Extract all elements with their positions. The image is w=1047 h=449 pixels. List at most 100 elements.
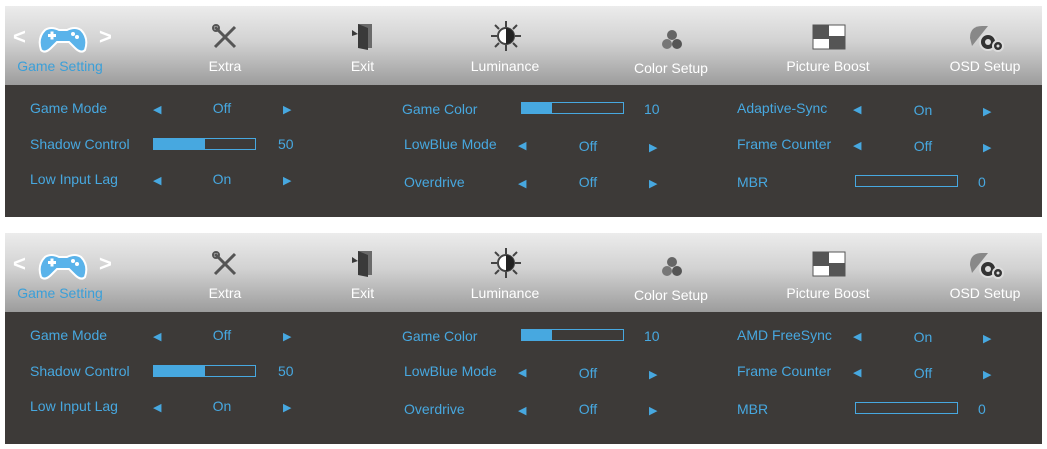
game-color-label: Game Color: [402, 101, 478, 117]
shadow-control-slider[interactable]: [153, 365, 256, 377]
lowblue-mode-left-arrow-icon[interactable]: ◀: [518, 366, 526, 379]
game-mode-right-arrow-icon[interactable]: ▶: [283, 103, 291, 116]
lowblue-mode-left-arrow-icon[interactable]: ◀: [518, 139, 526, 152]
mbr-label: MBR: [737, 174, 769, 190]
tab-label: Extra: [208, 58, 242, 74]
low-input-lag-label: Low Input Lag: [30, 171, 118, 187]
mbr-value: 0: [978, 174, 986, 190]
frame-counter-value: Off: [913, 138, 933, 154]
frame-counter-right-arrow-icon[interactable]: ▶: [983, 141, 991, 154]
mbr-value: 0: [978, 401, 986, 417]
lowblue-mode-right-arrow-icon[interactable]: ▶: [649, 141, 657, 154]
color-balls-icon: [662, 257, 682, 276]
tools-icon: [212, 251, 237, 276]
nav-left-chevron-icon[interactable]: <: [13, 251, 26, 277]
tab-label: Color Setup: [634, 287, 708, 303]
tab-label: Color Setup: [634, 60, 708, 76]
frame-counter-left-arrow-icon[interactable]: ◀: [853, 366, 861, 379]
game-color-fill: [522, 330, 553, 340]
tab-osd-setup[interactable]: OSD Setup: [940, 233, 1030, 312]
low-input-lag-right-arrow-icon[interactable]: ▶: [283, 174, 291, 187]
sync-right-arrow-icon[interactable]: ▶: [983, 105, 991, 118]
shadow-control-value: 50: [278, 136, 294, 152]
sun-icon: [491, 21, 521, 51]
game-mode-left-arrow-icon[interactable]: ◀: [153, 103, 161, 116]
sync-value: On: [913, 329, 933, 345]
low-input-lag-value: On: [212, 171, 232, 187]
exit-door-icon: [352, 24, 372, 50]
frame-counter-left-arrow-icon[interactable]: ◀: [853, 139, 861, 152]
sync-right-arrow-icon[interactable]: ▶: [983, 332, 991, 345]
tools-icon: [212, 24, 237, 49]
frame-counter-label: Frame Counter: [737, 136, 832, 152]
osd-header-bar: < > Game Setting Extra Exit Luminance Co…: [5, 233, 1042, 312]
tab-color-setup[interactable]: Color Setup: [625, 233, 717, 312]
picture-boost-icon: [812, 24, 846, 50]
game-color-fill: [522, 103, 553, 113]
game-color-slider[interactable]: [521, 329, 624, 341]
tab-game-setting[interactable]: < > Game Setting: [5, 233, 115, 312]
game-mode-left-arrow-icon[interactable]: ◀: [153, 330, 161, 343]
tab-picture-boost[interactable]: Picture Boost: [780, 6, 876, 85]
sync-left-arrow-icon[interactable]: ◀: [853, 330, 861, 343]
osd-settings-area: Game Mode ◀ Off ▶ Shadow Control 50 Low …: [5, 85, 1042, 217]
tab-label: Exit: [350, 285, 375, 301]
osd-header-bar: < > Game Setting Extra Exit Luminance Co…: [5, 6, 1042, 85]
shadow-control-value: 50: [278, 363, 294, 379]
tab-label: Luminance: [470, 285, 540, 301]
gamepad-icon: [38, 254, 88, 280]
overdrive-label: Overdrive: [404, 174, 465, 190]
frame-counter-label: Frame Counter: [737, 363, 832, 379]
frame-counter-right-arrow-icon[interactable]: ▶: [983, 368, 991, 381]
tab-label: Luminance: [470, 58, 540, 74]
overdrive-right-arrow-icon[interactable]: ▶: [649, 404, 657, 417]
tab-luminance[interactable]: Luminance: [460, 6, 550, 85]
mbr-slider[interactable]: [855, 175, 958, 187]
nav-right-chevron-icon[interactable]: >: [99, 251, 112, 277]
tab-label: Extra: [208, 285, 242, 301]
game-mode-value: Off: [212, 100, 232, 116]
nav-left-chevron-icon[interactable]: <: [13, 24, 26, 50]
tab-osd-setup[interactable]: OSD Setup: [940, 6, 1030, 85]
shadow-control-slider[interactable]: [153, 138, 256, 150]
gamepad-icon: [38, 27, 88, 53]
sync-value: On: [913, 102, 933, 118]
low-input-lag-value: On: [212, 398, 232, 414]
overdrive-left-arrow-icon[interactable]: ◀: [518, 177, 526, 190]
tab-luminance[interactable]: Luminance: [460, 233, 550, 312]
tab-label: Picture Boost: [786, 58, 870, 74]
shadow-control-fill: [154, 366, 205, 376]
tab-color-setup[interactable]: Color Setup: [625, 6, 717, 85]
mbr-slider[interactable]: [855, 402, 958, 414]
picture-boost-icon: [812, 251, 846, 277]
game-mode-right-arrow-icon[interactable]: ▶: [283, 330, 291, 343]
sync-left-arrow-icon[interactable]: ◀: [853, 103, 861, 116]
lowblue-mode-right-arrow-icon[interactable]: ▶: [649, 368, 657, 381]
tab-extra[interactable]: Extra: [185, 233, 265, 312]
tab-picture-boost[interactable]: Picture Boost: [780, 233, 876, 312]
game-color-value: 10: [644, 328, 660, 344]
osd-settings-area: Game Mode ◀ Off ▶ Shadow Control 50 Low …: [5, 312, 1042, 444]
tab-exit[interactable]: Exit: [335, 6, 390, 85]
overdrive-value: Off: [578, 174, 598, 190]
overdrive-right-arrow-icon[interactable]: ▶: [649, 177, 657, 190]
low-input-lag-left-arrow-icon[interactable]: ◀: [153, 401, 161, 414]
overdrive-value: Off: [578, 401, 598, 417]
tab-label: Exit: [350, 58, 375, 74]
tab-exit[interactable]: Exit: [335, 233, 390, 312]
color-balls-icon: [662, 30, 682, 49]
low-input-lag-left-arrow-icon[interactable]: ◀: [153, 174, 161, 187]
osd-menu-panel: < > Game Setting Extra Exit Luminance Co…: [5, 6, 1042, 217]
overdrive-label: Overdrive: [404, 401, 465, 417]
overdrive-left-arrow-icon[interactable]: ◀: [518, 404, 526, 417]
tab-game-setting[interactable]: < > Game Setting: [5, 6, 115, 85]
low-input-lag-right-arrow-icon[interactable]: ▶: [283, 401, 291, 414]
tab-extra[interactable]: Extra: [185, 6, 265, 85]
game-color-label: Game Color: [402, 328, 478, 344]
game-mode-label: Game Mode: [30, 327, 108, 343]
osd-gears-icon: [970, 26, 1004, 52]
game-color-slider[interactable]: [521, 102, 624, 114]
mbr-label: MBR: [737, 401, 769, 417]
nav-right-chevron-icon[interactable]: >: [99, 24, 112, 50]
game-mode-value: Off: [212, 327, 232, 343]
